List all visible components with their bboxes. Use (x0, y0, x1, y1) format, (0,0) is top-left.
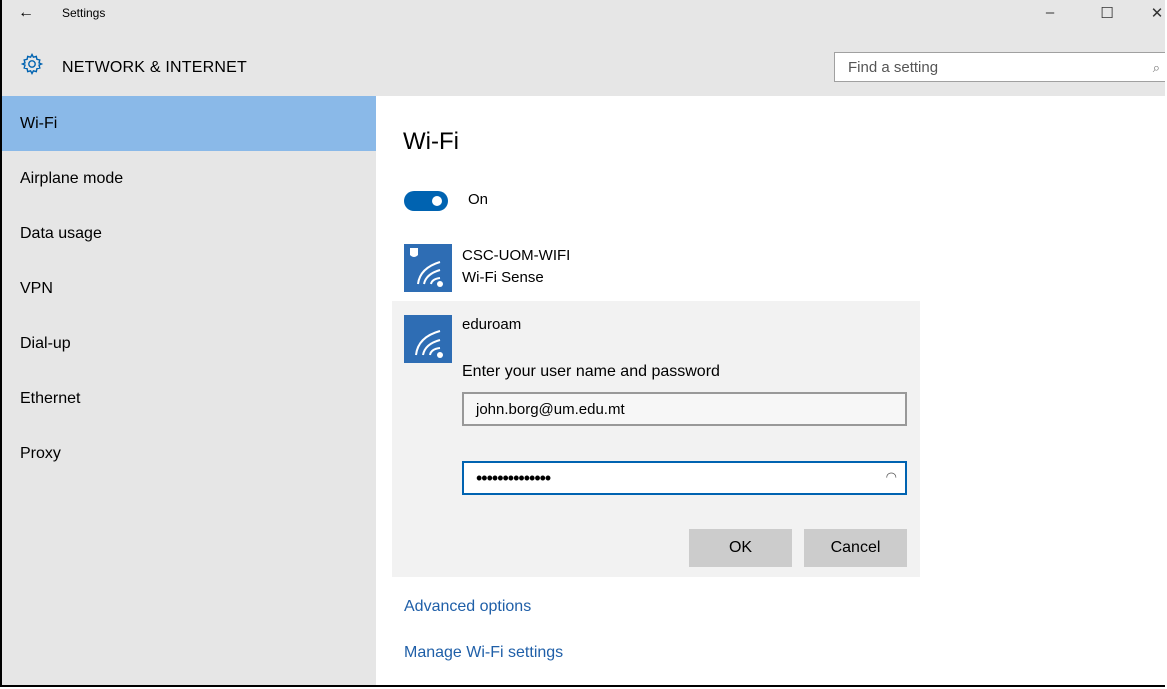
wifi-secured-icon (404, 244, 452, 292)
back-arrow-icon[interactable]: ← (18, 4, 34, 22)
sidebar-item-dial-up[interactable]: Dial-up (2, 316, 376, 371)
advanced-options-link[interactable]: Advanced options (404, 598, 531, 616)
gear-icon (20, 52, 44, 76)
username-value: john.borg@um.edu.mt (476, 401, 625, 418)
network-name: eduroam (462, 316, 522, 333)
wifi-toggle[interactable] (404, 191, 448, 211)
manage-wifi-settings-link[interactable]: Manage Wi-Fi settings (404, 644, 563, 662)
sidebar-item-data-usage[interactable]: Data usage (2, 206, 376, 261)
page-category-title: NETWORK & INTERNET (62, 59, 247, 76)
toggle-knob (432, 196, 442, 206)
sidebar: Wi-Fi Airplane mode Data usage VPN Dial-… (2, 96, 376, 685)
password-value: •••••••••••••• (476, 468, 551, 488)
sidebar-item-proxy[interactable]: Proxy (2, 426, 376, 481)
search-box[interactable]: Find a setting ⌕ (834, 52, 1165, 82)
page-title: Wi-Fi (403, 128, 459, 155)
ok-button[interactable]: OK (689, 529, 792, 567)
close-button[interactable]: ✕ (1142, 4, 1165, 26)
minimize-button[interactable]: – (1035, 4, 1065, 26)
username-field[interactable]: john.borg@um.edu.mt (462, 392, 907, 426)
search-icon[interactable]: ⌕ (1153, 60, 1160, 76)
sidebar-item-airplane-mode[interactable]: Airplane mode (2, 151, 376, 206)
network-subtitle: Wi-Fi Sense (462, 269, 544, 286)
window-title: Settings (62, 6, 106, 20)
network-name: CSC-UOM-WIFI (462, 247, 571, 264)
wifi-icon (404, 315, 452, 363)
maximize-button[interactable]: ☐ (1092, 4, 1122, 26)
reveal-password-icon[interactable]: ◠ (886, 469, 897, 485)
sidebar-item-wifi[interactable]: Wi-Fi (2, 96, 376, 151)
login-prompt: Enter your user name and password (462, 363, 720, 380)
title-bar: ← Settings – ☐ ✕ (2, 0, 1165, 30)
settings-window: ← Settings – ☐ ✕ NETWORK & INTERNET Find… (0, 0, 1165, 687)
toggle-state-label: On (468, 191, 489, 208)
sidebar-item-ethernet[interactable]: Ethernet (2, 371, 376, 426)
password-field[interactable]: •••••••••••••• ◠ (462, 461, 907, 495)
search-input[interactable]: Find a setting (848, 59, 938, 76)
cancel-button[interactable]: Cancel (804, 529, 907, 567)
sidebar-item-vpn[interactable]: VPN (2, 261, 376, 316)
